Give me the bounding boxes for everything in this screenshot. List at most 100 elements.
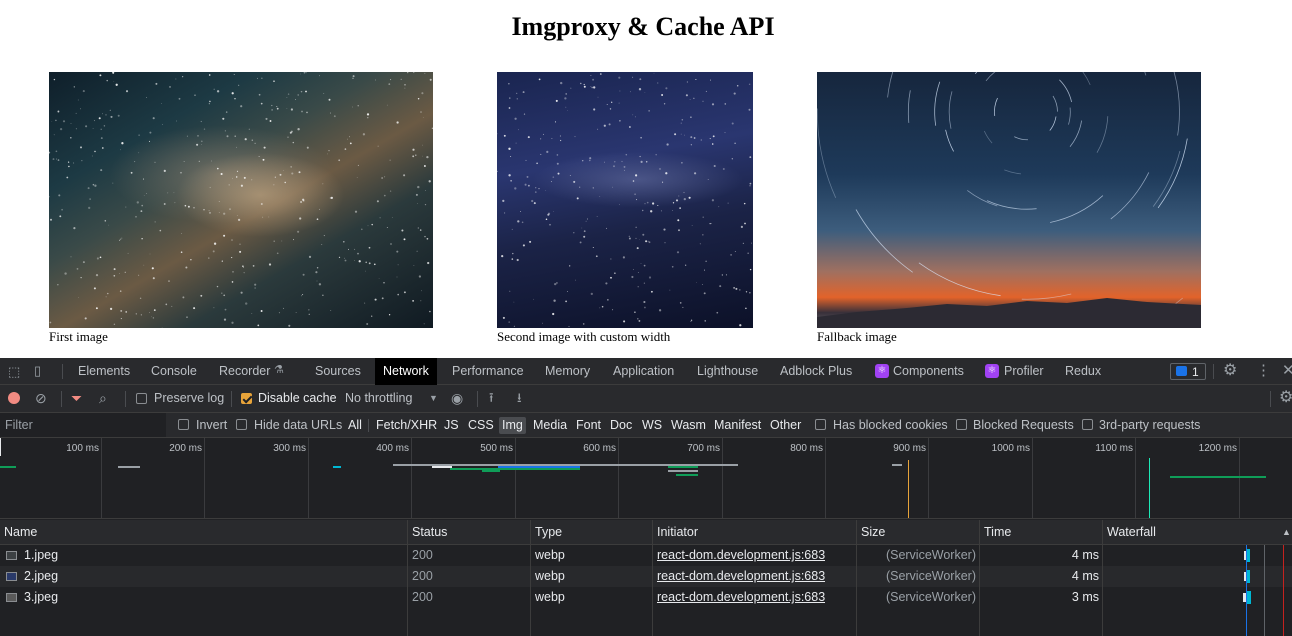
timeline-tick: 200 ms [169, 443, 202, 454]
tab-redux[interactable]: Redux [1057, 358, 1109, 385]
has-blocked-cookies-checkbox[interactable] [815, 419, 826, 430]
type-filter-manifest[interactable]: Manifest [711, 417, 764, 434]
request-status: 200 [412, 569, 433, 583]
tab-elements[interactable]: Elements [70, 358, 138, 385]
third-party-checkbox[interactable] [1082, 419, 1093, 430]
type-filter-css[interactable]: CSS [465, 417, 497, 434]
tab-application[interactable]: Application [605, 358, 682, 385]
timeline-tick: 400 ms [376, 443, 409, 454]
type-filter-ws[interactable]: WS [639, 417, 665, 434]
export-har-icon[interactable]: ⭳ [517, 391, 522, 404]
hide-data-urls-label: Hide data URLs [254, 418, 343, 432]
devtools-tab-bar: ⬚ ▯ Elements Console Recorder ⚗ Sources … [0, 358, 1292, 385]
timeline-tick: 1000 ms [991, 443, 1030, 454]
request-initiator-link[interactable]: react-dom.development.js:683 [657, 587, 825, 608]
sort-ascending-icon[interactable]: ▲ [1282, 528, 1291, 537]
preserve-log-checkbox[interactable] [136, 393, 147, 404]
first-image-caption: First image [49, 329, 108, 344]
request-name: 1.jpeg [24, 548, 59, 562]
timeline-marker-line [1149, 458, 1150, 518]
devtools-panel: ⬚ ▯ Elements Console Recorder ⚗ Sources … [0, 358, 1292, 636]
tab-memory[interactable]: Memory [537, 358, 598, 385]
timeline-request-bar [333, 466, 341, 468]
waterfall-bar [1247, 549, 1250, 562]
request-name: 3.jpeg [24, 590, 59, 604]
request-size: (ServiceWorker) [885, 548, 976, 562]
tab-adblock-plus[interactable]: Adblock Plus [772, 358, 860, 385]
tab-console[interactable]: Console [143, 358, 205, 385]
type-filter-doc[interactable]: Doc [607, 417, 635, 434]
filter-icon[interactable]: ⏷ [71, 391, 82, 405]
invert-checkbox[interactable] [178, 419, 189, 430]
network-overview-timeline[interactable]: 100 ms 200 ms 300 ms 400 ms 500 ms 600 m… [0, 438, 1292, 519]
tab-profiler[interactable]: Profiler [996, 358, 1052, 385]
blocked-requests-checkbox[interactable] [956, 419, 967, 430]
waterfall-bar [1247, 570, 1250, 583]
timeline-request-bar [432, 466, 452, 468]
close-devtools-icon[interactable]: ✕ [1282, 363, 1292, 378]
page-title: Imgproxy & Cache API [511, 12, 775, 41]
column-initiator[interactable]: Initiator [653, 520, 698, 545]
request-time: 4 ms [1071, 548, 1099, 562]
invert-label: Invert [196, 418, 228, 432]
tab-performance[interactable]: Performance [444, 358, 532, 385]
dom-content-loaded-line [1246, 545, 1247, 636]
type-filter-font[interactable]: Font [573, 417, 604, 434]
request-table-header: Name Status Type Initiator Size Time Wat… [0, 520, 1292, 545]
timeline-start-line [0, 438, 1, 456]
column-name[interactable]: Name [0, 520, 37, 545]
blocked-requests-label: Blocked Requests [973, 418, 1074, 432]
record-icon[interactable] [8, 392, 20, 404]
column-status[interactable]: Status [408, 520, 447, 545]
device-toolbar-icon[interactable]: ▯ [34, 364, 41, 377]
search-icon[interactable]: ⌕ [99, 391, 107, 405]
request-type: webp [535, 590, 565, 604]
request-type: webp [535, 569, 565, 583]
preserve-log-label: Preserve log [154, 391, 225, 405]
table-row[interactable]: 1.jpeg 200 webp react-dom.development.js… [0, 545, 1292, 566]
timeline-request-bar [450, 468, 580, 470]
request-initiator-link[interactable]: react-dom.development.js:683 [657, 566, 825, 587]
tab-recorder[interactable]: Recorder [211, 358, 278, 385]
type-filter-other[interactable]: Other [767, 417, 804, 434]
type-filter-all[interactable]: All [345, 417, 365, 434]
import-har-icon[interactable]: ⭱ [489, 391, 494, 404]
request-initiator-link[interactable]: react-dom.development.js:683 [657, 545, 825, 566]
type-filter-js[interactable]: JS [441, 417, 462, 434]
tab-lighthouse[interactable]: Lighthouse [689, 358, 766, 385]
type-filter-fetch-xhr[interactable]: Fetch/XHR [373, 417, 440, 434]
throttling-select[interactable]: No throttling [345, 391, 412, 405]
table-row[interactable]: 3.jpeg 200 webp react-dom.development.js… [0, 587, 1292, 608]
network-conditions-icon[interactable]: ◉ [451, 391, 463, 405]
inspect-element-icon[interactable]: ⬚ [8, 365, 20, 378]
settings-gear-icon[interactable]: ⚙ [1223, 363, 1237, 379]
hide-data-urls-checkbox[interactable] [236, 419, 247, 430]
waterfall-gridline [1264, 545, 1265, 636]
type-filter-media[interactable]: Media [530, 417, 570, 434]
filter-input[interactable]: Filter [0, 413, 166, 437]
tab-network[interactable]: Network [375, 358, 437, 385]
column-waterfall[interactable]: Waterfall [1103, 520, 1156, 545]
timeline-tick: 700 ms [687, 443, 720, 454]
chevron-down-icon: ▼ [429, 393, 438, 403]
figure-fallback-image: Fallback image [817, 72, 1201, 345]
timeline-request-bar [668, 466, 698, 468]
clear-icon[interactable]: ⊘ [35, 391, 47, 405]
disable-cache-checkbox[interactable] [241, 393, 252, 404]
column-size[interactable]: Size [857, 520, 885, 545]
timeline-tick: 100 ms [66, 443, 99, 454]
issues-count: 1 [1192, 365, 1199, 379]
more-options-icon[interactable]: ⋮ [1256, 363, 1271, 378]
column-type[interactable]: Type [531, 520, 562, 545]
issues-badge[interactable]: 1 [1170, 363, 1206, 380]
tab-components[interactable]: Components [885, 358, 972, 385]
network-settings-gear-icon[interactable]: ⚙ [1279, 390, 1292, 406]
timeline-tick: 600 ms [583, 443, 616, 454]
second-image [497, 72, 753, 328]
type-filter-img[interactable]: Img [499, 417, 526, 434]
timeline-tick: 900 ms [893, 443, 926, 454]
type-filter-wasm[interactable]: Wasm [668, 417, 709, 434]
tab-sources[interactable]: Sources [307, 358, 369, 385]
column-time[interactable]: Time [980, 520, 1011, 545]
table-row[interactable]: 2.jpeg 200 webp react-dom.development.js… [0, 566, 1292, 587]
